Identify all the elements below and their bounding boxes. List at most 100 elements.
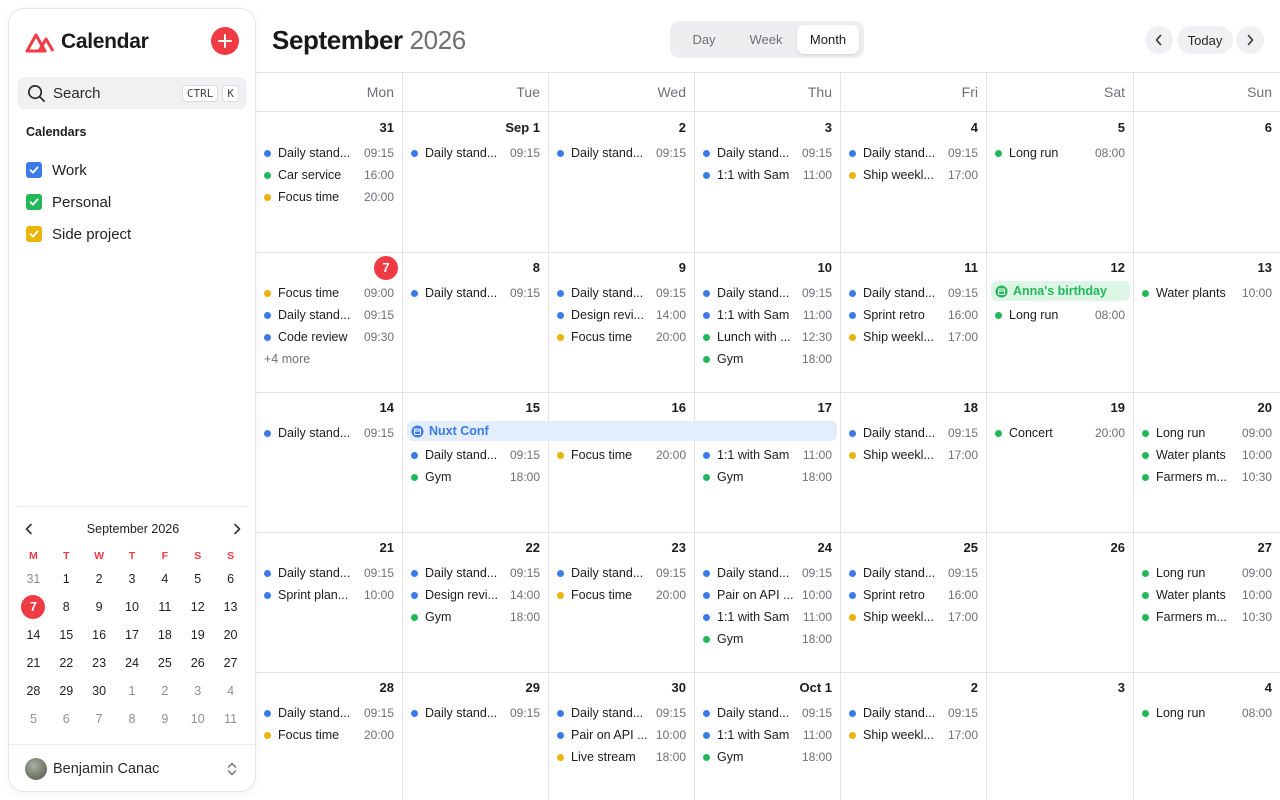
mini-day-today[interactable]: 7 — [17, 593, 50, 621]
mini-day[interactable]: 8 — [116, 705, 149, 733]
search-bar[interactable]: Search CTRL K — [17, 77, 247, 109]
day-cell[interactable]: 11 Daily stand... 09:15 Sprint retro 16:00 Sh… — [841, 253, 987, 393]
calendar-event[interactable]: Design revi... 14:00 — [557, 305, 686, 325]
brand[interactable]: Calendar — [25, 29, 149, 55]
calendar-event[interactable]: Gym 18:00 — [703, 629, 832, 649]
calendar-event[interactable]: Lunch with ... 12:30 — [703, 327, 832, 347]
calendar-toggle-work[interactable]: Work — [26, 154, 131, 186]
day-cell[interactable]: 25 Daily stand... 09:15 Sprint retro 16:00 Sh… — [841, 533, 987, 673]
mini-day[interactable]: 18 — [148, 621, 181, 649]
mini-day[interactable]: 20 — [214, 621, 247, 649]
mini-next-month-button[interactable] — [227, 519, 247, 539]
calendar-event[interactable]: Daily stand... 09:15 — [264, 563, 394, 583]
day-cell[interactable]: 10 Daily stand... 09:15 1:1 with Sam 11:00 Lu… — [695, 253, 841, 393]
calendar-event[interactable]: Gym 18:00 — [703, 467, 832, 487]
mini-day[interactable]: 4 — [148, 565, 181, 593]
user-menu[interactable]: Benjamin Canac — [25, 757, 239, 781]
calendar-event[interactable]: Ship weekl... 17:00 — [849, 165, 978, 185]
mini-day[interactable]: 6 — [50, 705, 83, 733]
day-cell[interactable]: 18 Daily stand... 09:15 Ship weekl... 17:00 — [841, 393, 987, 533]
calendar-event[interactable]: Daily stand... 09:15 — [849, 703, 978, 723]
mini-day[interactable]: 30 — [83, 677, 116, 705]
day-cell[interactable]: 9 Daily stand... 09:15 Design revi... 14:00 F… — [549, 253, 695, 393]
mini-day[interactable]: 2 — [148, 677, 181, 705]
mini-day[interactable]: 4 — [214, 677, 247, 705]
calendar-event[interactable]: Daily stand... 09:15 — [849, 283, 978, 303]
day-cell[interactable]: 31 Daily stand... 09:15 Car service 16:00 Foc… — [256, 113, 403, 253]
calendar-event[interactable]: 1:1 with Sam 11:00 — [703, 445, 832, 465]
calendar-event[interactable]: Water plants 10:00 — [1142, 585, 1272, 605]
calendar-event[interactable]: Focus time 20:00 — [264, 187, 394, 207]
all-day-event[interactable]: Nuxt Conf — [407, 421, 837, 441]
mini-day[interactable]: 8 — [50, 593, 83, 621]
calendar-event[interactable]: Gym 18:00 — [703, 349, 832, 369]
calendar-event[interactable]: Focus time 20:00 — [557, 445, 686, 465]
calendar-event[interactable]: Water plants 10:00 — [1142, 445, 1272, 465]
calendar-event[interactable]: Sprint plan... 10:00 — [264, 585, 394, 605]
mini-day[interactable]: 3 — [181, 677, 214, 705]
calendar-event[interactable]: 1:1 with Sam 11:00 — [703, 725, 832, 745]
mini-day[interactable]: 2 — [83, 565, 116, 593]
day-cell[interactable]: 2 Daily stand... 09:15 Ship weekl... 17:00 — [841, 673, 987, 800]
calendar-event[interactable]: Daily stand... 09:15 — [703, 283, 832, 303]
day-cell[interactable]: 21 Daily stand... 09:15 Sprint plan... 10:00 — [256, 533, 403, 673]
calendar-event[interactable]: Live stream 18:00 — [557, 747, 686, 767]
checkbox[interactable] — [26, 226, 42, 242]
day-cell[interactable]: 17Daily stand...09:151:1 with Sam11:00Gy… — [695, 393, 841, 533]
calendar-event[interactable]: Long run 09:00 — [1142, 423, 1272, 443]
calendar-event[interactable]: Concert 20:00 — [995, 423, 1125, 443]
mini-day[interactable]: 9 — [83, 593, 116, 621]
day-cell[interactable]: 26 — [987, 533, 1134, 673]
mini-day[interactable]: 6 — [214, 565, 247, 593]
calendar-event[interactable]: 1:1 with Sam 11:00 — [703, 607, 832, 627]
mini-day[interactable]: 1 — [50, 565, 83, 593]
calendar-event[interactable]: Daily stand... 09:15 — [264, 143, 394, 163]
mini-day[interactable]: 22 — [50, 649, 83, 677]
mini-day[interactable]: 24 — [116, 649, 149, 677]
mini-day[interactable]: 29 — [50, 677, 83, 705]
calendar-event[interactable]: Ship weekl... 17:00 — [849, 445, 978, 465]
mini-day[interactable]: 10 — [181, 705, 214, 733]
more-events-link[interactable]: +4 more — [264, 352, 310, 366]
calendar-event[interactable]: Pair on API ... 10:00 — [557, 725, 686, 745]
calendar-event[interactable]: Focus time 20:00 — [557, 585, 686, 605]
day-cell[interactable]: 12 Long run 08:00 — [987, 253, 1134, 393]
view-week-button[interactable]: Week — [735, 25, 797, 54]
calendar-event[interactable]: Daily stand... 09:15 — [849, 563, 978, 583]
day-cell[interactable]: 30 Daily stand... 09:15 Pair on API ... 10:0… — [549, 673, 695, 800]
mini-day[interactable]: 7 — [83, 705, 116, 733]
calendar-event[interactable]: Daily stand... 09:15 — [557, 563, 686, 583]
mini-day[interactable]: 1 — [116, 677, 149, 705]
calendar-event[interactable]: Ship weekl... 17:00 — [849, 607, 978, 627]
calendar-event[interactable]: Ship weekl... 17:00 — [849, 327, 978, 347]
calendar-event[interactable]: Daily stand... 09:15 — [264, 305, 394, 325]
day-cell[interactable]: 22 Daily stand... 09:15 Design revi... 14:00… — [403, 533, 549, 673]
calendar-event[interactable]: Focus time 09:00 — [264, 283, 394, 303]
calendar-event[interactable]: Daily stand... 09:15 — [557, 703, 686, 723]
day-cell[interactable]: 16Daily stand...09:15Focus time20:00 — [549, 393, 695, 533]
calendar-event[interactable]: Focus time 20:00 — [264, 725, 394, 745]
calendar-event[interactable]: Daily stand... 09:15 — [411, 563, 540, 583]
calendar-event[interactable]: Car service 16:00 — [264, 165, 394, 185]
calendar-event[interactable]: Daily stand... 09:15 — [703, 563, 832, 583]
checkbox[interactable] — [26, 194, 42, 210]
calendar-event[interactable]: Daily stand... 09:15 — [557, 283, 686, 303]
mini-day[interactable]: 12 — [181, 593, 214, 621]
calendar-event[interactable]: Daily stand... 09:15 — [411, 283, 540, 303]
calendar-event[interactable]: Daily stand... 09:15 — [557, 143, 686, 163]
day-cell[interactable]: 7 Focus time 09:00 Daily stand... 09:15 Code … — [256, 253, 403, 393]
day-cell[interactable]: 15 Daily stand... 09:15 Gym 18:00 — [403, 393, 549, 533]
calendar-event[interactable]: 1:1 with Sam 11:00 — [703, 165, 832, 185]
next-month-button[interactable] — [1236, 26, 1264, 54]
calendar-event[interactable]: Focus time 20:00 — [557, 327, 686, 347]
day-cell[interactable]: 3 — [987, 673, 1134, 800]
day-cell[interactable]: 5 Long run 08:00 — [987, 113, 1134, 253]
day-cell[interactable]: Sep 1 Daily stand... 09:15 — [403, 113, 549, 253]
day-cell[interactable]: Oct 1 Daily stand... 09:15 1:1 with Sam 11:0… — [695, 673, 841, 800]
mini-prev-month-button[interactable] — [19, 519, 39, 539]
calendar-event[interactable]: Daily stand... 09:15 — [264, 703, 394, 723]
day-cell[interactable]: 3 Daily stand... 09:15 1:1 with Sam 11:00 — [695, 113, 841, 253]
day-cell[interactable]: 28 Daily stand... 09:15 Focus time 20:00 — [256, 673, 403, 800]
mini-day[interactable]: 3 — [116, 565, 149, 593]
mini-day[interactable]: 17 — [116, 621, 149, 649]
